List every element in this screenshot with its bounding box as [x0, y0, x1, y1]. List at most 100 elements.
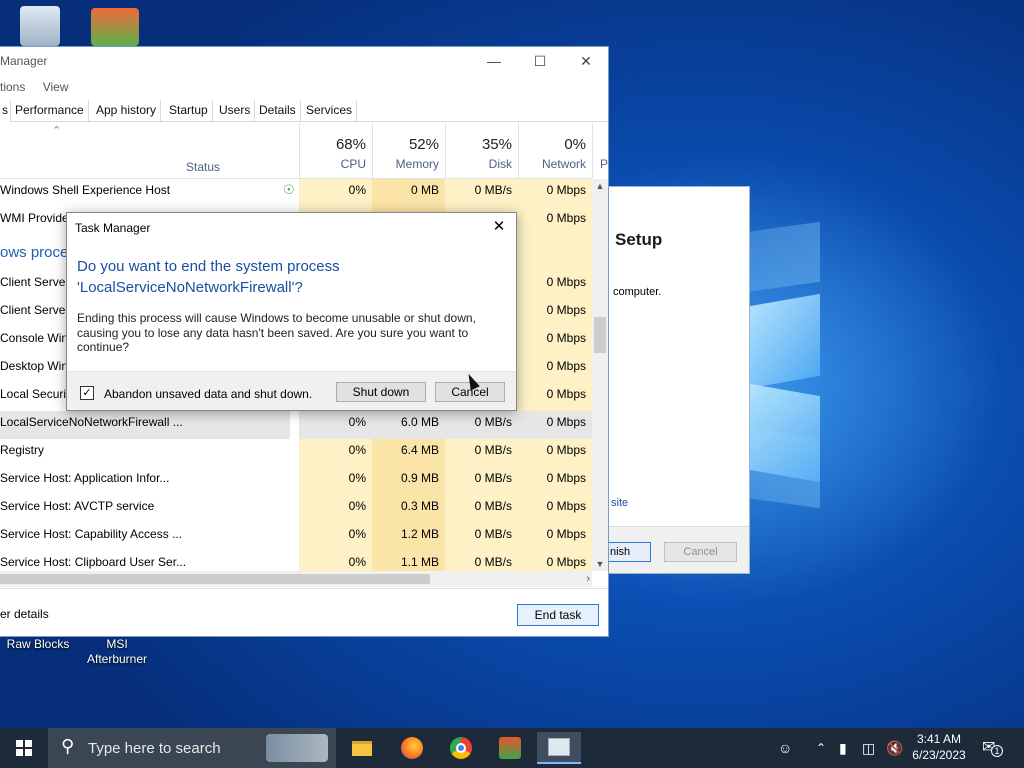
- power-label: P: [600, 157, 609, 171]
- disk-value: 0 MB/s: [445, 439, 518, 467]
- disk-value: 0 MB/s: [445, 495, 518, 523]
- hscroll-thumb[interactable]: [0, 574, 430, 584]
- process-name: Service Host: AVCTP service: [0, 499, 155, 513]
- table-row[interactable]: Service Host: Capability Access ... 0% 1…: [0, 523, 592, 551]
- menu-view[interactable]: View: [43, 77, 69, 97]
- table-row[interactable]: Service Host: Application Infor... 0% 0.…: [0, 467, 592, 495]
- process-name: Service Host: Clipboard User Ser...: [0, 555, 187, 569]
- column-header: ⌃ Status 68% CPU 52% Memory 35% Disk 0% …: [0, 123, 608, 179]
- tab-performance[interactable]: Performance: [11, 100, 89, 122]
- desktop-icon-msi-afterburner[interactable]: MSI Afterburner: [82, 637, 152, 667]
- volume-muted-icon[interactable]: 🔇: [886, 728, 903, 768]
- scroll-thumb[interactable]: [594, 317, 606, 353]
- memory-value: 1.1 MB: [372, 551, 445, 571]
- process-name: Service Host: Capability Access ...: [0, 527, 183, 541]
- cpu-percent: 68%: [335, 136, 366, 153]
- file-explorer-icon[interactable]: [340, 732, 384, 764]
- start-button[interactable]: [0, 728, 48, 768]
- cpu-value: 0%: [299, 439, 372, 467]
- wallpaper-logo-pane: [750, 383, 820, 483]
- menu-options[interactable]: tions: [0, 77, 25, 97]
- column-power[interactable]: 0 P: [592, 123, 609, 178]
- clock[interactable]: 3:41 AM 6/23/2023: [905, 731, 973, 763]
- disk-value: 0 MB/s: [445, 467, 518, 495]
- table-row[interactable]: Service Host: AVCTP service 0% 0.3 MB 0 …: [0, 495, 592, 523]
- cpu-value: 0%: [299, 179, 372, 207]
- desktop-icon-label: MSI Afterburner: [86, 637, 148, 666]
- maximize-icon: ☐: [533, 53, 547, 69]
- column-network[interactable]: 0% Network: [518, 123, 592, 178]
- memory-value: 6.4 MB: [372, 439, 445, 467]
- notification-center-icon[interactable]: ✉ 1: [982, 737, 1003, 757]
- tab-processes[interactable]: s: [0, 100, 11, 122]
- dialog-footer: ✓ Abandon unsaved data and shut down. Sh…: [67, 371, 516, 410]
- shut-down-button[interactable]: Shut down: [336, 382, 426, 402]
- table-row[interactable]: Registry 0% 6.4 MB 0 MB/s 0 Mbps: [0, 439, 592, 467]
- people-icon[interactable]: ☺: [778, 728, 792, 768]
- cpu-value: 0%: [299, 551, 372, 571]
- memory-value: 0.9 MB: [372, 467, 445, 495]
- cpu-value: 0%: [299, 523, 372, 551]
- network-value: 0 Mbps: [518, 439, 592, 467]
- title-bar[interactable]: Manager — ☐ ✕: [0, 47, 608, 77]
- column-memory[interactable]: 52% Memory: [372, 123, 445, 178]
- dialog-close-button[interactable]: ✕: [482, 213, 516, 243]
- close-icon: ✕: [492, 218, 506, 235]
- setup-cancel-button[interactable]: Cancel: [664, 542, 737, 562]
- tab-startup[interactable]: Startup: [165, 100, 213, 122]
- tab-app-history[interactable]: App history: [92, 100, 162, 122]
- checkmark-icon: ✓: [82, 387, 92, 399]
- tab-details[interactable]: Details: [255, 100, 301, 122]
- tab-users[interactable]: Users: [215, 100, 256, 122]
- horizontal-scrollbar[interactable]: ›: [0, 571, 592, 587]
- clock-date: 6/23/2023: [912, 748, 966, 762]
- chrome-icon[interactable]: [439, 732, 483, 764]
- scroll-up-icon[interactable]: ▲: [592, 181, 608, 191]
- network-value: 0 Mbps: [518, 551, 592, 571]
- leaf-icon: ☉: [283, 182, 295, 197]
- fewer-details-link[interactable]: er details: [0, 607, 49, 621]
- column-disk[interactable]: 35% Disk: [445, 123, 518, 178]
- column-status[interactable]: Status: [186, 160, 220, 174]
- close-button[interactable]: ✕: [563, 47, 609, 77]
- abandon-data-checkbox[interactable]: ✓: [80, 386, 94, 400]
- process-name: Service Host: Application Infor...: [0, 471, 170, 485]
- minimize-button[interactable]: —: [471, 47, 517, 77]
- tab-services[interactable]: Services: [302, 100, 358, 122]
- vertical-scrollbar[interactable]: ▲ ▼: [592, 179, 608, 571]
- table-row[interactable]: Windows Shell Experience Host ☉ 0% 0 MB …: [0, 179, 592, 207]
- firefox-icon[interactable]: [390, 732, 434, 764]
- table-row[interactable]: Service Host: Clipboard User Ser... 0% 1…: [0, 551, 592, 571]
- column-cpu[interactable]: 68% CPU: [299, 123, 372, 178]
- maximize-button[interactable]: ☐: [517, 47, 563, 77]
- cpu-value: 0%: [299, 411, 372, 439]
- setup-footer: nish Cancel: [601, 526, 749, 573]
- memory-value: 1.2 MB: [372, 523, 445, 551]
- setup-link[interactable]: site: [611, 497, 628, 509]
- dialog-heading-line1: Do you want to end the system process: [77, 258, 340, 275]
- sort-up-icon: ⌃: [52, 125, 62, 137]
- disk-value: 0 MB/s: [445, 411, 518, 439]
- memory-value: 6.0 MB: [372, 411, 445, 439]
- desktop-icon-raw-blocks[interactable]: Raw Blocks: [3, 637, 73, 651]
- end-task-button[interactable]: End task: [517, 604, 599, 626]
- disk-label: Disk: [488, 157, 512, 171]
- dialog-heading: Do you want to end the system process 'L…: [77, 256, 497, 298]
- taskbar: ⚲ Type here to search ☺ ⌃ ▮ ◫ 🔇 3:41 AM …: [0, 728, 1024, 768]
- battery-icon[interactable]: ▮: [839, 728, 847, 768]
- scroll-right-icon[interactable]: ›: [586, 571, 590, 587]
- game-shortcut-icon[interactable]: [80, 8, 150, 48]
- dialog-title: Task Manager: [75, 221, 151, 235]
- table-row-selected[interactable]: LocalServiceNoNetworkFirewall ... 0% 6.0…: [0, 411, 592, 439]
- checkbox-label[interactable]: Abandon unsaved data and shut down.: [104, 387, 312, 401]
- network-value: 0 Mbps: [518, 179, 592, 207]
- scroll-down-icon[interactable]: ▼: [592, 559, 608, 569]
- game-app-icon[interactable]: [488, 732, 532, 764]
- task-manager-taskbar-icon[interactable]: [537, 732, 581, 764]
- network-icon[interactable]: ◫: [862, 728, 875, 768]
- recycle-bin-icon[interactable]: [5, 6, 75, 48]
- memory-label: Memory: [395, 157, 439, 171]
- search-box[interactable]: ⚲ Type here to search: [48, 728, 336, 768]
- dialog-heading-line2: 'LocalServiceNoNetworkFirewall'?: [77, 279, 303, 296]
- chevron-up-icon[interactable]: ⌃: [816, 728, 826, 768]
